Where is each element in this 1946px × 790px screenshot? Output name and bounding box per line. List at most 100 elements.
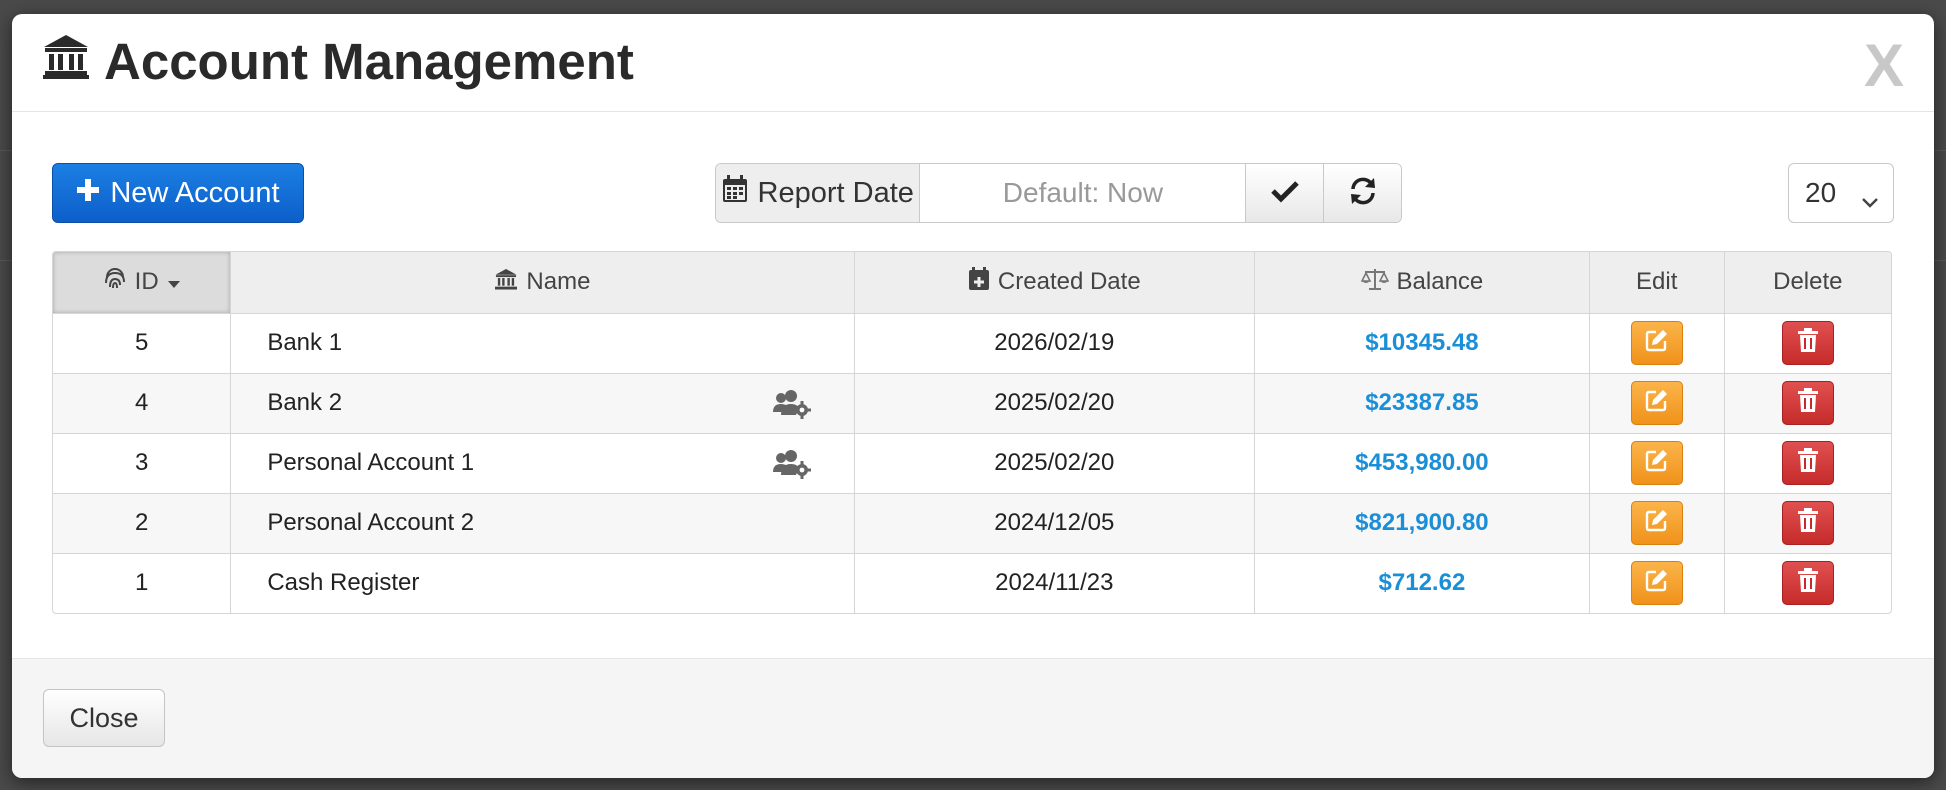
modal-footer: Close: [12, 658, 1934, 778]
created-date-cell: 2024/12/05: [854, 493, 1256, 554]
refresh-icon: [1348, 176, 1378, 211]
delete-button[interactable]: [1781, 561, 1834, 606]
new-account-button[interactable]: New Account: [52, 163, 304, 223]
modal-title-text: Account Management: [104, 33, 634, 90]
table-row[interactable]: 5 Bank 1 2026/02/19 $10345.48: [53, 313, 1891, 374]
id-value: 1: [134, 569, 149, 597]
check-icon: [1270, 179, 1300, 208]
delete-cell: [1724, 433, 1891, 494]
refresh-button[interactable]: [1323, 164, 1401, 222]
trash-icon: [1797, 507, 1818, 539]
edit-cell: [1589, 493, 1725, 554]
delete-button[interactable]: [1781, 501, 1834, 545]
report-date-input[interactable]: [920, 164, 1246, 222]
id-cell: 3: [53, 433, 232, 494]
trash-icon: [1797, 447, 1818, 479]
delete-cell: [1724, 493, 1891, 554]
table-row[interactable]: 3 Personal Account 1 2025/02/20 $453,980…: [53, 433, 1891, 494]
balance-cell: $821,900.80: [1254, 493, 1590, 554]
accounts-table: ID Name Created Date Balance Edit Delete…: [52, 251, 1892, 614]
edit-button[interactable]: [1630, 381, 1683, 425]
modal-title: Account Management: [42, 32, 634, 91]
id-cell: 4: [53, 373, 232, 434]
table-row[interactable]: 4 Bank 2 2025/02/20 $23387.85: [53, 373, 1891, 434]
balance-value: $712.62: [1378, 569, 1466, 597]
created-date-cell: 2025/02/20: [854, 433, 1256, 494]
balance-header-label: Balance: [1396, 268, 1484, 296]
delete-header-label: Delete: [1773, 268, 1843, 296]
close-button[interactable]: Close: [43, 689, 165, 747]
table-row[interactable]: 2 Personal Account 2 2024/12/05 $821,900…: [53, 493, 1891, 554]
pencil-square-icon: [1645, 448, 1669, 479]
pencil-square-icon: [1645, 568, 1669, 599]
account-name: Cash Register: [267, 569, 420, 597]
created-date-value: 2024/11/23: [995, 569, 1114, 597]
close-x-button[interactable]: X: [1864, 36, 1904, 96]
name-cell: Personal Account 2: [230, 493, 855, 554]
balance-cell: $712.62: [1254, 553, 1590, 613]
name-cell: Bank 1: [230, 313, 855, 374]
toolbar: New Account Report Date Default: Now 20: [52, 163, 1894, 223]
id-column-header[interactable]: ID: [53, 252, 232, 314]
chevron-down-icon: [1861, 184, 1879, 216]
delete-button[interactable]: [1781, 321, 1834, 365]
edit-button[interactable]: [1630, 501, 1683, 545]
created-date-header-label: Created Date: [997, 268, 1141, 296]
edit-cell: [1589, 433, 1725, 494]
modal-header: Account Management X: [12, 14, 1934, 112]
delete-button[interactable]: [1781, 381, 1834, 425]
id-value: 3: [134, 449, 149, 476]
created-date-cell: 2024/11/23: [854, 553, 1256, 613]
balance-column-header[interactable]: Balance: [1254, 252, 1590, 314]
delete-cell: [1724, 553, 1891, 613]
page-size-select[interactable]: 20: [1788, 163, 1894, 223]
calendar-icon: [722, 175, 748, 211]
bank-icon: [494, 268, 518, 297]
created-date-value: 2024/12/05: [994, 509, 1115, 536]
page-size-value: 20: [1805, 177, 1837, 208]
edit-button[interactable]: [1630, 561, 1683, 606]
edit-cell: [1589, 373, 1725, 434]
name-header-label: Name: [526, 268, 591, 296]
delete-column-header: Delete: [1724, 252, 1891, 314]
pencil-square-icon: [1645, 328, 1669, 359]
pencil-square-icon: [1645, 388, 1669, 419]
created-date-value: 2026/02/19: [994, 329, 1115, 356]
report-date-label: Report Date: [716, 164, 921, 222]
balance-value: $821,900.80: [1355, 509, 1489, 536]
modal-body: New Account Report Date Default: Now 20 …: [12, 112, 1934, 672]
fingerprint-icon: [103, 267, 127, 298]
report-date-group: Report Date: [715, 163, 1402, 223]
id-value: 4: [134, 389, 149, 416]
trash-icon: [1797, 567, 1818, 599]
balance-cell: $453,980.00: [1254, 433, 1590, 494]
balance-value: $453,980.00: [1355, 449, 1489, 476]
edit-cell: [1589, 313, 1725, 374]
report-date-text: Report Date: [757, 176, 914, 209]
account-name: Bank 2: [267, 389, 343, 416]
edit-header-label: Edit: [1636, 268, 1678, 296]
account-name: Personal Account 1: [267, 449, 475, 476]
created-date-cell: 2025/02/20: [854, 373, 1256, 434]
apply-date-button[interactable]: [1245, 164, 1324, 222]
name-cell: Cash Register: [230, 553, 855, 613]
id-header-label: ID: [134, 268, 159, 296]
edit-button[interactable]: [1630, 441, 1683, 485]
new-account-label: New Account: [110, 176, 280, 209]
pencil-square-icon: [1645, 508, 1669, 539]
account-management-modal: Account Management X New Account Report …: [12, 14, 1934, 778]
created-date-column-header[interactable]: Created Date: [854, 252, 1256, 314]
delete-cell: [1724, 313, 1891, 374]
created-date-value: 2025/02/20: [994, 449, 1115, 476]
trash-icon: [1797, 387, 1818, 419]
calendar-plus-icon: [968, 266, 990, 298]
table-header-row: ID Name Created Date Balance Edit Delete: [53, 252, 1891, 314]
name-column-header[interactable]: Name: [230, 252, 855, 314]
edit-button[interactable]: [1630, 321, 1683, 365]
table-row[interactable]: 1 Cash Register 2024/11/23 $712.62: [53, 553, 1891, 613]
id-cell: 2: [53, 493, 232, 554]
delete-button[interactable]: [1781, 441, 1834, 485]
name-cell: Bank 2: [230, 373, 855, 434]
users-cog-icon: [772, 389, 812, 427]
scale-icon: [1360, 267, 1389, 298]
